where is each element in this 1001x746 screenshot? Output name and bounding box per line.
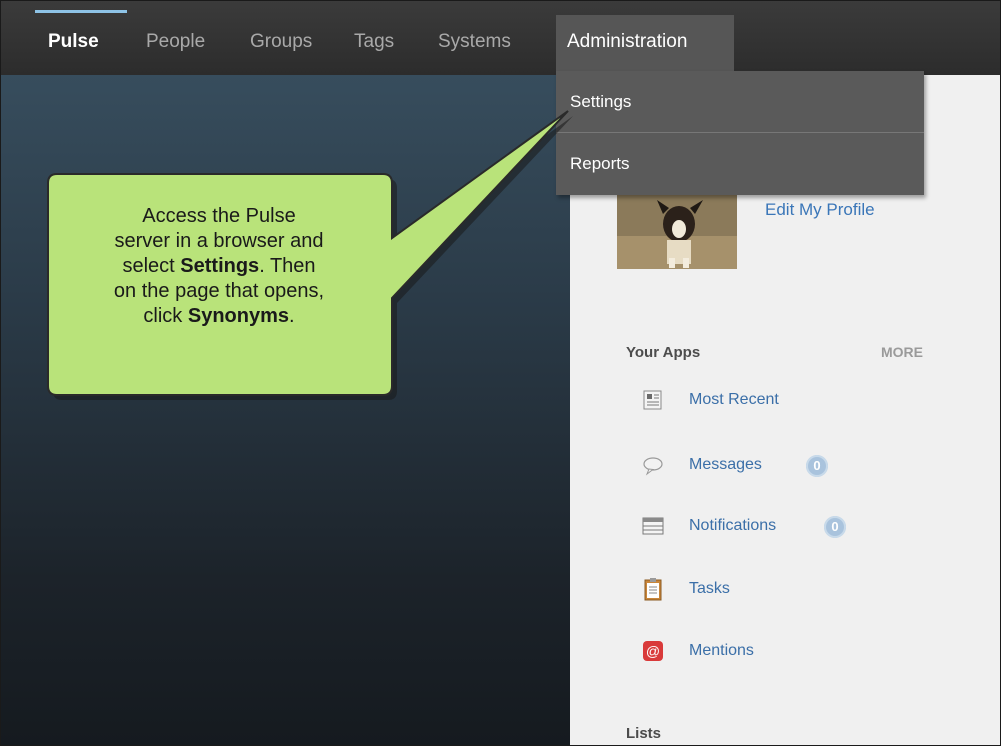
screen-frame: Edit My Profile Your Apps MORE Most Rece… [0,0,1001,746]
callout-line: server in a browser and [114,230,324,252]
callout-bubble [47,110,573,400]
callout-line: on the page that opens, [113,280,325,302]
callout-text: Access the Pulse server in a browser and… [58,204,380,329]
callout-line: click Synonyms. [143,305,295,327]
callout-line: Access the Pulse [142,205,296,227]
callout-line: select Settings. Then [122,255,316,277]
